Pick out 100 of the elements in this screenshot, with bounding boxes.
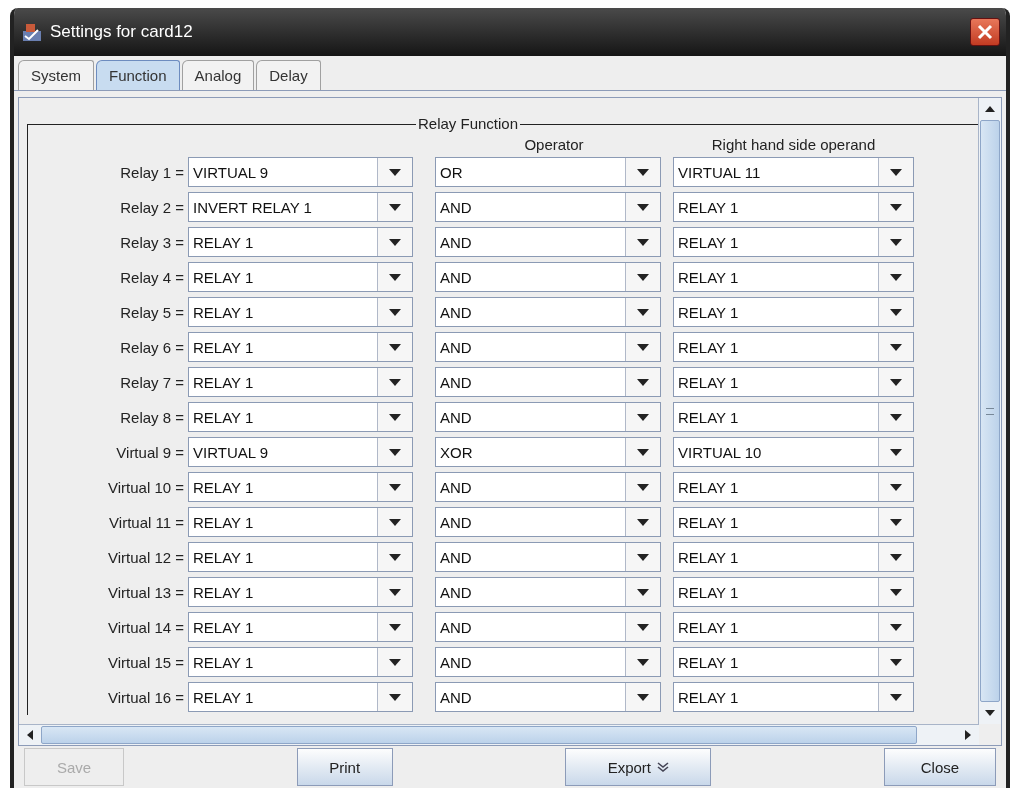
row-label: Relay 4 = xyxy=(119,268,185,286)
dropdown[interactable]: AND xyxy=(435,227,661,257)
dialog-button[interactable]: Print xyxy=(296,748,393,786)
dropdown[interactable]: RELAY 1 xyxy=(188,507,413,537)
dropdown[interactable]: RELAY 1 xyxy=(188,577,413,607)
dropdown[interactable]: AND xyxy=(435,402,661,432)
row-label: Virtual 13 = xyxy=(106,583,185,601)
scroll-right-icon[interactable] xyxy=(965,730,971,740)
dropdown[interactable]: RELAY 1 xyxy=(673,227,914,257)
dropdown[interactable]: RELAY 1 xyxy=(188,612,413,642)
chevron-icon xyxy=(657,762,669,772)
dropdown[interactable]: RELAY 1 xyxy=(188,472,413,502)
dropdown[interactable]: AND xyxy=(435,647,661,677)
caret-icon xyxy=(890,518,902,526)
caret-icon xyxy=(637,168,649,176)
scroll-left-icon[interactable] xyxy=(27,730,33,740)
column-header: Right hand side operand xyxy=(710,138,877,152)
row-label: Relay 3 = xyxy=(119,233,185,251)
caret-icon xyxy=(389,273,401,281)
dropdown[interactable]: RELAY 1 xyxy=(673,332,914,362)
dropdown[interactable]: RELAY 1 xyxy=(188,542,413,572)
app-icon xyxy=(22,22,42,42)
dropdown[interactable]: VIRTUAL 11 xyxy=(673,157,914,187)
tab[interactable]: Delay xyxy=(256,60,321,90)
dropdown[interactable]: RELAY 1 xyxy=(673,402,914,432)
tab[interactable]: Function xyxy=(96,60,180,90)
vertical-scrollbar[interactable] xyxy=(978,98,1001,724)
dropdown[interactable]: RELAY 1 xyxy=(188,402,413,432)
caret-icon xyxy=(637,343,649,351)
dropdown[interactable]: AND xyxy=(435,192,661,222)
caret-icon xyxy=(637,518,649,526)
caret-icon xyxy=(389,203,401,211)
dropdown[interactable]: VIRTUAL 10 xyxy=(673,437,914,467)
dropdown[interactable]: RELAY 1 xyxy=(188,297,413,327)
dropdown[interactable]: RELAY 1 xyxy=(673,542,914,572)
dropdown[interactable]: RELAY 1 xyxy=(673,647,914,677)
tab[interactable]: System xyxy=(18,60,94,90)
dropdown[interactable]: AND xyxy=(435,472,661,502)
dropdown[interactable]: AND xyxy=(435,682,661,712)
dropdown[interactable]: VIRTUAL 9 xyxy=(188,157,413,187)
dropdown[interactable]: RELAY 1 xyxy=(673,507,914,537)
caret-icon xyxy=(637,273,649,281)
dropdown[interactable]: AND xyxy=(435,612,661,642)
dropdown[interactable]: AND xyxy=(435,332,661,362)
scroll-up-icon[interactable] xyxy=(985,106,995,112)
row-label: Virtual 16 = xyxy=(106,688,185,706)
dropdown[interactable]: XOR xyxy=(435,437,661,467)
dropdown[interactable]: RELAY 1 xyxy=(673,577,914,607)
dropdown[interactable]: RELAY 1 xyxy=(188,647,413,677)
row-label: Relay 6 = xyxy=(119,338,185,356)
dropdown[interactable]: AND xyxy=(435,262,661,292)
dropdown[interactable]: VIRTUAL 9 xyxy=(188,437,413,467)
dropdown[interactable]: RELAY 1 xyxy=(673,367,914,397)
dropdown[interactable]: AND xyxy=(435,367,661,397)
caret-icon xyxy=(637,588,649,596)
caret-icon xyxy=(637,203,649,211)
dropdown[interactable]: RELAY 1 xyxy=(188,332,413,362)
caret-icon xyxy=(890,273,902,281)
scroll-down-icon[interactable] xyxy=(985,710,995,716)
row-label: Virtual 10 = xyxy=(106,478,185,496)
dropdown[interactable]: RELAY 1 xyxy=(673,297,914,327)
caret-icon xyxy=(389,308,401,316)
dropdown[interactable]: RELAY 1 xyxy=(673,612,914,642)
caret-icon xyxy=(389,518,401,526)
dialog-button[interactable]: Close xyxy=(883,748,996,786)
tab[interactable]: Analog xyxy=(181,60,255,90)
caret-icon xyxy=(890,483,902,491)
caret-icon xyxy=(890,658,902,666)
window-title: Settings for card12 xyxy=(50,22,194,42)
caret-icon xyxy=(389,343,401,351)
caret-icon xyxy=(389,623,401,631)
dropdown[interactable]: RELAY 1 xyxy=(188,682,413,712)
dropdown[interactable]: INVERT RELAY 1 xyxy=(188,192,413,222)
caret-icon xyxy=(637,378,649,386)
horizontal-scrollbar[interactable] xyxy=(19,724,979,745)
dropdown[interactable]: RELAY 1 xyxy=(673,472,914,502)
row-label: Relay 1 = xyxy=(119,163,185,181)
caret-icon xyxy=(389,483,401,491)
caret-icon xyxy=(389,168,401,176)
dropdown[interactable]: RELAY 1 xyxy=(188,227,413,257)
column-header: Operator xyxy=(523,138,585,152)
dropdown[interactable]: AND xyxy=(435,507,661,537)
dropdown[interactable]: AND xyxy=(435,542,661,572)
dropdown[interactable]: OR xyxy=(435,157,661,187)
caret-icon xyxy=(890,168,902,176)
dropdown[interactable]: RELAY 1 xyxy=(188,262,413,292)
caret-icon xyxy=(890,343,902,351)
dropdown[interactable]: AND xyxy=(435,577,661,607)
dropdown[interactable]: RELAY 1 xyxy=(188,367,413,397)
close-button[interactable] xyxy=(970,18,1000,46)
row-label: Virtual 15 = xyxy=(106,653,185,671)
dropdown[interactable]: AND xyxy=(435,297,661,327)
dropdown[interactable]: RELAY 1 xyxy=(673,262,914,292)
dropdown[interactable]: RELAY 1 xyxy=(673,682,914,712)
group-title: Relay Function xyxy=(415,115,521,132)
row-label: Relay 7 = xyxy=(119,373,185,391)
caret-icon xyxy=(389,693,401,701)
caret-icon xyxy=(389,238,401,246)
dropdown[interactable]: RELAY 1 xyxy=(673,192,914,222)
dialog-button[interactable]: Export xyxy=(565,748,712,786)
